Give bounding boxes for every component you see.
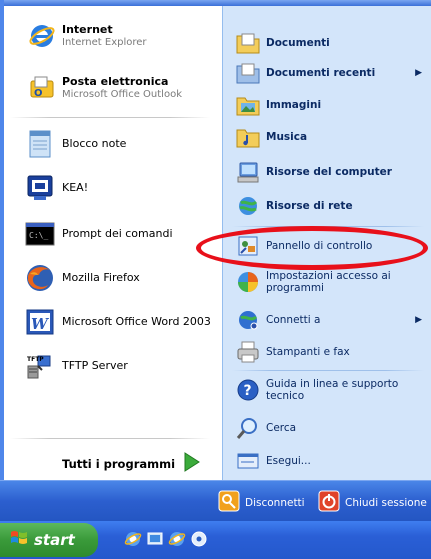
pinned-internet[interactable]: Internet Internet Explorer (28, 22, 147, 50)
recent-tftp-server-label: TFTP Server (62, 358, 128, 372)
recent-word[interactable]: W Microsoft Office Word 2003 (24, 306, 211, 338)
pinned-internet-subtitle: Internet Explorer (62, 36, 147, 48)
svg-text:W: W (31, 315, 50, 333)
network-places-icon (236, 194, 260, 218)
all-programs-button[interactable]: Tutti i programmi (62, 452, 201, 476)
right-network-places-label: Risorse di rete (266, 199, 353, 212)
word-icon: W (24, 306, 56, 338)
right-run-label: Esegui... (266, 454, 311, 467)
connect-to-icon (236, 308, 260, 332)
recent-tftp-server[interactable]: TFTP TFTP Server (24, 350, 128, 382)
recent-firefox[interactable]: Mozilla Firefox (24, 262, 140, 294)
key-icon (218, 490, 240, 516)
start-button[interactable]: start (0, 523, 98, 557)
recent-command-prompt[interactable]: C:\_ Prompt dei comandi (24, 218, 173, 250)
shutdown-label: Chiudi sessione (345, 497, 427, 509)
right-printers-fax-label: Stampanti e fax (266, 345, 350, 358)
right-help-support-label: Guida in linea e supporto tecnico (266, 378, 399, 403)
documents-folder-icon (236, 32, 260, 54)
search-icon (236, 416, 260, 440)
right-separator (232, 226, 424, 227)
program-access-icon (236, 270, 260, 294)
right-network-places[interactable]: Risorse di rete (236, 194, 426, 218)
right-recent-documents[interactable]: Documenti recenti ▶ (236, 62, 426, 84)
help-icon: ? (236, 378, 260, 402)
terminal-emulator-icon (24, 172, 56, 204)
recent-word-label: Microsoft Office Word 2003 (62, 314, 211, 328)
submenu-arrow-icon: ▶ (415, 68, 422, 78)
right-music-label: Musica (266, 130, 308, 143)
printers-fax-icon (236, 340, 260, 364)
control-panel-icon (236, 234, 260, 258)
pinned-email-title: Posta elettronica (62, 74, 169, 88)
quicklaunch-browser-icon[interactable] (168, 530, 186, 548)
recent-kea[interactable]: KEA! (24, 172, 88, 204)
right-control-panel[interactable]: Pannello di controllo (236, 234, 426, 258)
start-menu-bottom-bar: Disconnetti Chiudi sessione (0, 480, 431, 521)
arrow-right-icon (183, 452, 201, 476)
pinned-email-subtitle: Microsoft Office Outlook (62, 88, 182, 100)
right-music[interactable]: Musica (236, 126, 426, 148)
right-separator-2 (232, 370, 424, 371)
run-icon (236, 450, 260, 472)
logoff-button[interactable]: Disconnetti (218, 490, 305, 516)
right-program-access[interactable]: Impostazioni accesso ai programmi (236, 270, 426, 294)
recent-firefox-label: Mozilla Firefox (62, 270, 140, 284)
all-programs-label: Tutti i programmi (62, 457, 176, 471)
start-label: start (34, 531, 75, 549)
music-folder-icon (236, 126, 260, 148)
quicklaunch-media-icon[interactable] (190, 530, 208, 548)
svg-text:?: ? (244, 383, 252, 399)
recent-documents-icon (236, 62, 260, 84)
right-search-label: Cerca (266, 421, 297, 434)
submenu-arrow-icon: ▶ (415, 315, 422, 325)
right-connect-to-label: Connetti a (266, 313, 321, 326)
notepad-icon (24, 128, 56, 160)
recent-notepad[interactable]: Blocco note (24, 128, 126, 160)
right-printers-fax[interactable]: Stampanti e fax (236, 340, 426, 364)
recent-command-prompt-label: Prompt dei comandi (62, 226, 173, 240)
tftp-server-icon: TFTP (24, 350, 56, 382)
command-prompt-icon: C:\_ (24, 218, 56, 250)
right-connect-to[interactable]: Connetti a ▶ (236, 308, 426, 332)
svg-text:TFTP: TFTP (27, 356, 44, 363)
right-my-computer[interactable]: Risorse del computer (236, 160, 426, 184)
right-recent-documents-label: Documenti recenti (266, 66, 376, 79)
right-my-computer-label: Risorse del computer (266, 165, 392, 178)
right-pictures-label: Immagini (266, 98, 322, 111)
pinned-email[interactable]: O Posta elettronica Microsoft Office Out… (28, 74, 182, 102)
quicklaunch-internet-explorer-icon[interactable] (124, 530, 142, 548)
svg-text:O: O (34, 88, 43, 99)
right-control-panel-label: Pannello di controllo (266, 239, 373, 252)
svg-text:C:\_: C:\_ (29, 231, 48, 240)
firefox-icon (24, 262, 56, 294)
internet-explorer-icon (28, 22, 56, 50)
right-run[interactable]: Esegui... (236, 450, 426, 472)
recent-notepad-label: Blocco note (62, 136, 127, 150)
logoff-label: Disconnetti (245, 497, 305, 509)
right-program-access-label: Impostazioni accesso ai programmi (266, 270, 391, 295)
taskbar: start (0, 521, 431, 559)
my-computer-icon (236, 160, 260, 184)
left-separator-bottom (10, 438, 210, 439)
left-separator (10, 117, 210, 118)
right-pictures[interactable]: Immagini (236, 94, 426, 116)
right-search[interactable]: Cerca (236, 416, 426, 440)
recent-kea-label: KEA! (62, 180, 89, 194)
right-help-support[interactable]: ? Guida in linea e supporto tecnico (236, 378, 426, 402)
quicklaunch-show-desktop-icon[interactable] (146, 530, 164, 548)
right-documents[interactable]: Documenti (236, 32, 426, 54)
power-icon (318, 490, 340, 516)
windows-logo-icon (10, 529, 28, 551)
shutdown-button[interactable]: Chiudi sessione (318, 490, 427, 516)
outlook-icon: O (28, 74, 56, 102)
pinned-internet-title: Internet (62, 22, 113, 36)
pictures-folder-icon (236, 94, 260, 116)
right-documents-label: Documenti (266, 36, 330, 49)
